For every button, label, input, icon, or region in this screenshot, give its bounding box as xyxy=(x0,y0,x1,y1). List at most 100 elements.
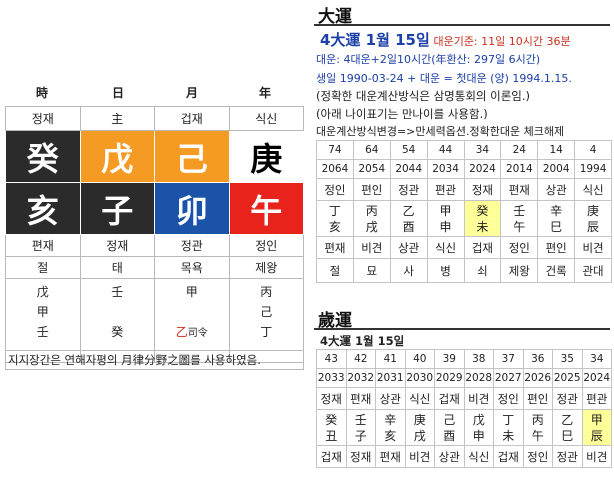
daeun-ganzhi: 辛巳 xyxy=(537,200,576,237)
seun-age: 42 xyxy=(345,349,376,369)
hidden-stem: 丁 xyxy=(260,325,273,339)
ganzhi-stem: 庚 xyxy=(587,203,600,218)
daeun-stage: 관대 xyxy=(574,258,612,283)
daeun-age: 14 xyxy=(537,140,576,160)
ganzhi-stem: 甲 xyxy=(590,412,603,427)
daeun-age: 64 xyxy=(352,140,391,160)
daeun-age: 44 xyxy=(426,140,465,160)
daeun-stem-god: 상관 xyxy=(537,178,576,201)
seun-age: 35 xyxy=(552,349,583,369)
seun-age: 43 xyxy=(316,349,347,369)
seun-year: 2033 xyxy=(316,368,347,388)
ganzhi-stem: 辛 xyxy=(384,412,397,427)
seun-branch-god: 편재 xyxy=(375,445,406,468)
seun-age: 41 xyxy=(375,349,406,369)
seun-stem-god: 비견 xyxy=(463,387,494,410)
ganzhi-stem: 丁 xyxy=(328,203,341,218)
branch-god-year: 정인 xyxy=(228,234,304,257)
month-commander-stem: 乙 xyxy=(175,325,188,339)
daeun-headline-main: 4大運 1월 15일 xyxy=(320,31,430,49)
hidden-stem: 癸 xyxy=(111,325,124,339)
daeun-stem-god: 정관 xyxy=(389,178,428,201)
ganzhi-stem: 庚 xyxy=(413,412,426,427)
daeun-branch-god: 편재 xyxy=(316,236,354,259)
daeun-branch-god: 비견 xyxy=(352,236,391,259)
seun-ganzhi: 庚戌 xyxy=(404,409,435,446)
seun-branch-gods-row: 겁재 정재 편재 비견 상관 식신 겁재 정인 정관 비견 xyxy=(316,445,612,468)
seun-year: 2028 xyxy=(463,368,494,388)
pillars-table: 정재 主 겁재 식신 癸 戊 己 庚 亥 子 卯 午 편재 정재 정관 정인 절… xyxy=(5,106,304,363)
ganzhi-stem: 乙 xyxy=(402,203,415,218)
stage-year: 제왕 xyxy=(228,256,304,279)
daeun-method-note: (정확한 대운계산방식은 삼명통회의 이론임.) xyxy=(316,89,531,103)
daeun-age: 4 xyxy=(574,140,612,160)
ganzhi-branch: 巳 xyxy=(561,428,574,443)
seun-age: 39 xyxy=(434,349,465,369)
ganzhi-branch: 戌 xyxy=(413,428,426,443)
daeun-stem-god: 정인 xyxy=(316,178,354,201)
ganzhi-branch: 亥 xyxy=(328,219,341,234)
daeun-headline: 4大運 1월 15일 대운기준: 11일 10시간 36분 xyxy=(320,29,571,50)
daeun-branch-god: 비견 xyxy=(574,236,612,259)
hidden-stem: 壬 xyxy=(36,325,49,339)
stems-row: 癸 戊 己 庚 xyxy=(5,130,304,183)
luck-panel: 大運 4大運 1월 15일 대운기준: 11일 10시간 36분 대운: 4대운… xyxy=(314,0,614,479)
header-hour: 時 xyxy=(35,86,48,100)
ganzhi-stem: 己 xyxy=(443,412,456,427)
daeun-stage: 제왕 xyxy=(500,258,539,283)
seun-ganzhi: 癸丑 xyxy=(316,409,347,446)
seun-stem-god: 정인 xyxy=(493,387,524,410)
hidden-stem: 丙 xyxy=(260,285,273,299)
branch-gods-row: 편재 정재 정관 정인 xyxy=(5,234,304,257)
ganzhi-branch: 午 xyxy=(531,428,544,443)
seun-stem-god: 식신 xyxy=(404,387,435,410)
daeun-ganzhi-row: 丁亥丙戌乙酉甲申癸未壬午辛巳庚辰 xyxy=(316,200,612,237)
daeun-stem-god: 식신 xyxy=(574,178,612,201)
stem-day: 戊 xyxy=(79,130,155,183)
stem-god-year: 식신 xyxy=(228,106,304,131)
branch-hour: 亥 xyxy=(5,182,81,235)
daeun-branch-god: 겁재 xyxy=(463,236,502,259)
stem-god-hour: 정재 xyxy=(5,106,81,131)
seun-stem-god: 겁재 xyxy=(434,387,465,410)
ganzhi-stem: 壬 xyxy=(354,412,367,427)
daeun-option-link[interactable]: 대운계산방식변경=>만세력옵션.정확한대운 체크해제 xyxy=(316,123,564,139)
daeun-ganzhi: 庚辰 xyxy=(574,200,612,237)
seun-year: 2032 xyxy=(345,368,376,388)
daeun-birth-line: 생일 1990-03-24 + 대운 = 첫대운 (양) 1994.1.15. xyxy=(316,72,572,85)
ganzhi-branch: 申 xyxy=(439,219,452,234)
hidden-stem: 甲 xyxy=(36,305,49,319)
ganzhi-branch: 未 xyxy=(502,428,515,443)
daeun-year: 2064 xyxy=(316,159,354,179)
daeun-table: 74 64 54 44 34 24 14 4 2064 2054 2044 2034 2024 2014… xyxy=(316,140,612,283)
daeun-stage: 절 xyxy=(316,258,354,283)
stage-month: 목욕 xyxy=(154,256,230,279)
daeun-age: 24 xyxy=(500,140,539,160)
seun-year: 2024 xyxy=(581,368,612,388)
ganzhi-branch: 酉 xyxy=(402,219,415,234)
hidden-stem: 甲 xyxy=(185,285,198,299)
seun-age: 37 xyxy=(493,349,524,369)
seun-ganzhi: 丙午 xyxy=(522,409,553,446)
branch-day: 子 xyxy=(79,182,155,235)
daeun-basis: 대운기준: 11일 10시간 36분 xyxy=(433,35,571,48)
daeun-stem-god: 편인 xyxy=(352,178,391,201)
stem-hour: 癸 xyxy=(5,130,81,183)
daeun-stem-god: 정재 xyxy=(463,178,502,201)
ganzhi-branch: 亥 xyxy=(384,428,397,443)
stem-year: 庚 xyxy=(228,130,304,183)
daeun-year: 2024 xyxy=(463,159,502,179)
branch-year: 午 xyxy=(228,182,304,235)
hidden-stem: 戊 xyxy=(36,285,49,299)
seun-branch-god: 식신 xyxy=(463,445,494,468)
daeun-year: 2004 xyxy=(537,159,576,179)
daeun-stem-god: 편재 xyxy=(500,178,539,201)
hidden-stem xyxy=(81,302,155,322)
ganzhi-stem: 癸 xyxy=(325,412,338,427)
ganzhi-branch: 辰 xyxy=(590,428,603,443)
daeun-ages-row: 74 64 54 44 34 24 14 4 xyxy=(316,140,612,160)
ganzhi-stem: 甲 xyxy=(439,203,452,218)
daeun-stage: 묘 xyxy=(352,258,391,283)
daeun-ganzhi: 甲申 xyxy=(426,200,465,237)
ganzhi-stem: 辛 xyxy=(550,203,563,218)
